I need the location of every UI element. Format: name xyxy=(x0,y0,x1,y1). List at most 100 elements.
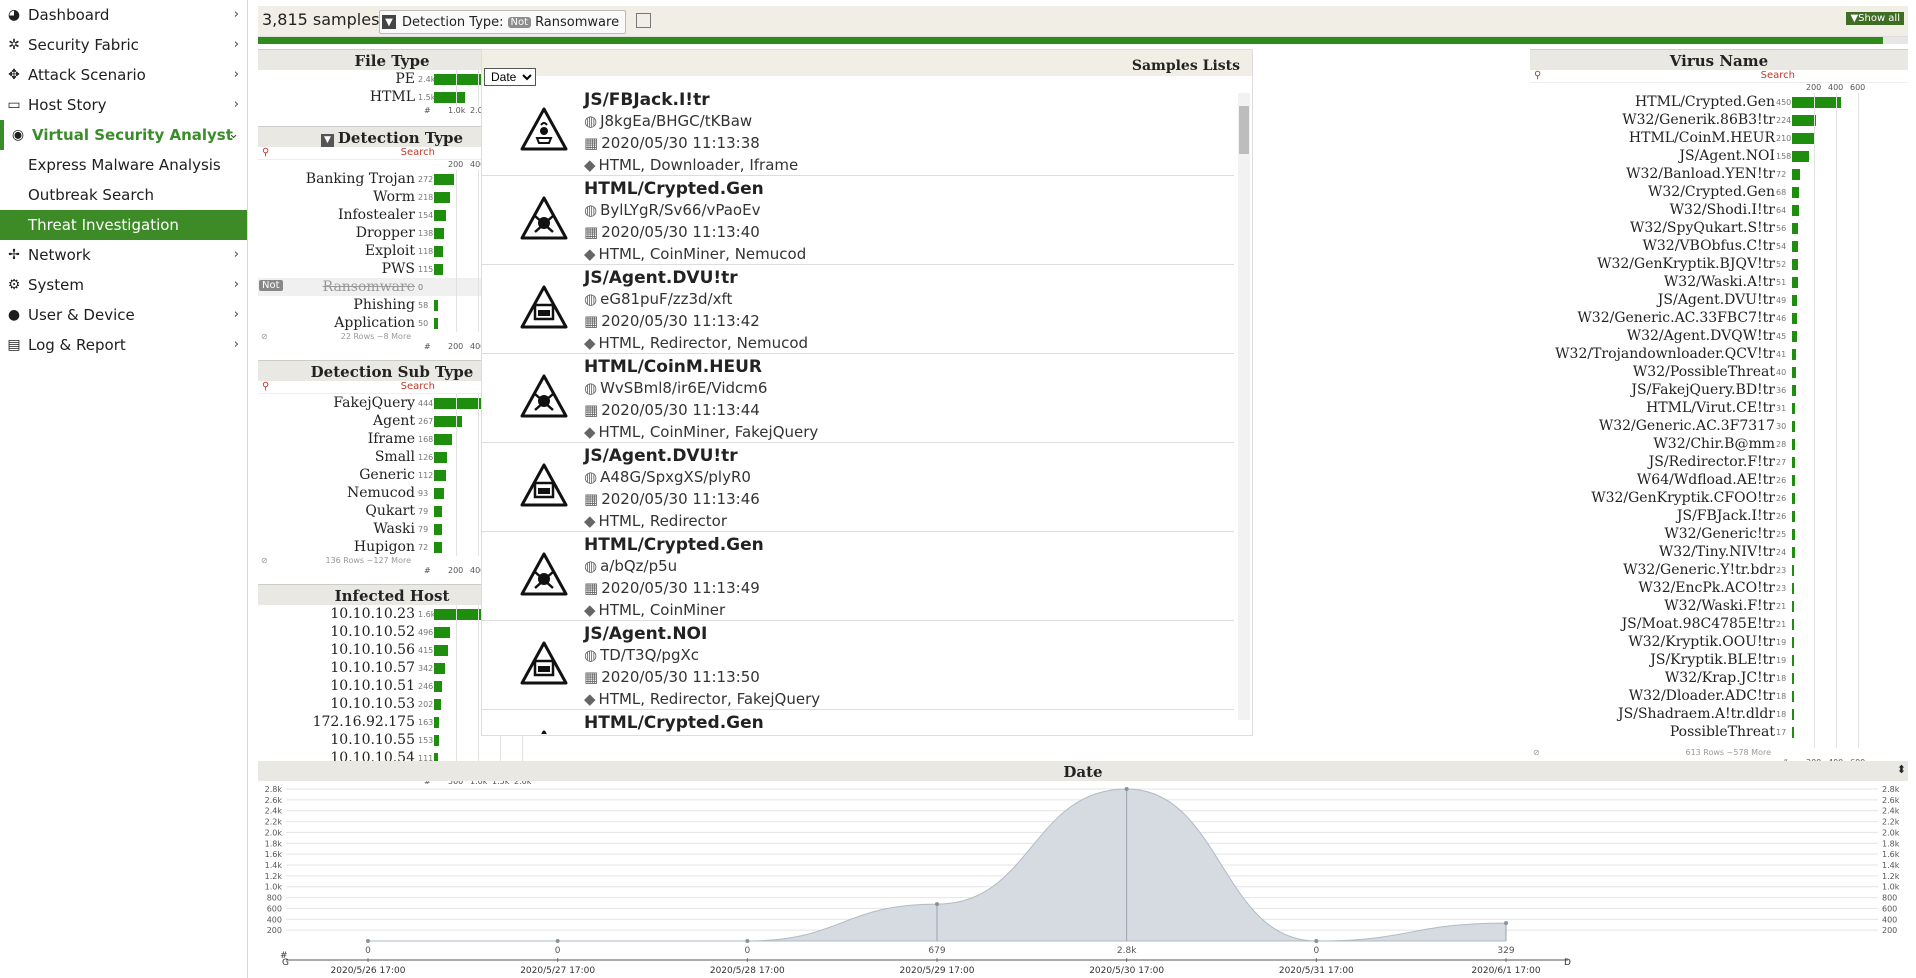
sample-hash-text: BylLYgR/Sv66/vPaoEv xyxy=(600,201,761,219)
date-chart-toggle-icon[interactable]: ⬍ xyxy=(1897,763,1906,776)
row-label: FakejQuery xyxy=(333,395,415,411)
list-item[interactable]: W32/SpyQukart.S!tr 56 xyxy=(1530,219,1908,237)
data-point[interactable] xyxy=(745,939,750,943)
sample-item[interactable]: JS/FBJack.I!tr ◍ J8kgEa/BHGC/tKBaw ▦ 2020/05… xyxy=(482,87,1234,176)
sidebar-item-user-device[interactable]: ● User & Device › xyxy=(0,300,247,330)
sidebar-subitem-express-malware-analysis[interactable]: Express Malware Analysis xyxy=(0,150,247,180)
list-item[interactable]: W32/Chir.B@mm 28 xyxy=(1530,435,1908,453)
list-item[interactable]: W32/Generic.AC.3F7317 30 xyxy=(1530,417,1908,435)
list-item[interactable]: JS/Agent.NOI 158 xyxy=(1530,147,1908,165)
sample-item[interactable]: HTML/CoinM.HEUR ◍ WvSBml8/ir6E/Vidcm6 ▦ 2020… xyxy=(482,354,1234,443)
sample-name[interactable]: HTML/Crypted.Gen xyxy=(584,179,764,199)
sample-name[interactable]: JS/Agent.NOI xyxy=(584,624,707,644)
sort-select[interactable]: Date xyxy=(484,68,536,86)
list-item[interactable]: W32/Banload.YEN!tr 72 xyxy=(1530,165,1908,183)
y-tick-label-right: 200 xyxy=(1882,926,1897,935)
list-item[interactable]: JS/FakejQuery.BD!tr 36 xyxy=(1530,381,1908,399)
range-start-handle[interactable]: G xyxy=(282,958,289,968)
search-input[interactable]: ⚲ Search xyxy=(1530,70,1908,83)
sample-name[interactable]: HTML/Crypted.Gen xyxy=(584,713,764,733)
sidebar-item-system[interactable]: ⚙ System › xyxy=(0,270,247,300)
sample-hash: ◍ A48G/SpxgXS/plyR0 xyxy=(584,468,751,486)
row-bar xyxy=(434,92,466,103)
sidebar-item-network[interactable]: ✢ Network › xyxy=(0,240,247,270)
list-item[interactable]: W32/VBObfus.C!tr 54 xyxy=(1530,237,1908,255)
filter-chip[interactable]: ▼ Detection Type: Not Ransomware xyxy=(379,10,627,34)
row-count: 27 xyxy=(1776,458,1787,467)
list-item[interactable]: HTML/Virut.CE!tr 31 xyxy=(1530,399,1908,417)
list-item[interactable]: JS/Shadraem.A!tr.dldr 18 xyxy=(1530,705,1908,723)
save-icon[interactable] xyxy=(636,13,651,28)
list-item[interactable]: JS/Moat.98C4785E!tr 21 xyxy=(1530,615,1908,633)
list-item[interactable]: W32/Trojandownloader.QCV!tr 41 xyxy=(1530,345,1908,363)
list-item[interactable]: W32/Crypted.Gen 68 xyxy=(1530,183,1908,201)
list-item[interactable]: W32/GenKryptik.BJQV!tr 52 xyxy=(1530,255,1908,273)
sample-name[interactable]: JS/FBJack.I!tr xyxy=(584,90,710,110)
funnel-icon[interactable]: ▼ xyxy=(320,134,334,147)
sample-item[interactable]: JS/Agent.NOI ◍ TD/T3Q/pgXc ▦ 2020/05/30 11:1… xyxy=(482,621,1234,710)
sidebar-item-security-fabric[interactable]: ✲ Security Fabric › xyxy=(0,30,247,60)
row-label: PossibleThreat xyxy=(1669,724,1775,740)
list-item[interactable]: JS/FBJack.I!tr 26 xyxy=(1530,507,1908,525)
sample-item[interactable]: HTML/Crypted.Gen ◍ a/bQz/p5u ▦ 2020/05/30 11… xyxy=(482,532,1234,621)
row-bar xyxy=(1792,277,1798,288)
sample-name[interactable]: HTML/Crypted.Gen xyxy=(584,535,764,555)
row-count: 30 xyxy=(1776,422,1787,431)
sample-item[interactable]: JS/Agent.DVU!tr ◍ A48G/SpxgXS/plyR0 ▦ 2020/0… xyxy=(482,443,1234,532)
list-item[interactable]: W32/PossibleThreat 40 xyxy=(1530,363,1908,381)
list-item[interactable]: W32/Kryptik.OOU!tr 19 xyxy=(1530,633,1908,651)
list-item[interactable]: JS/Agent.DVU!tr 49 xyxy=(1530,291,1908,309)
sidebar-item-host-story[interactable]: ▭ Host Story › xyxy=(0,90,247,120)
show-all-button[interactable]: ▼Show all xyxy=(1846,12,1904,25)
row-bar xyxy=(1792,169,1800,180)
list-item[interactable]: W32/Generic!tr 25 xyxy=(1530,525,1908,543)
row-label: Worm xyxy=(373,189,415,205)
list-item[interactable]: W32/GenKryptik.CFOO!tr 26 xyxy=(1530,489,1908,507)
list-item[interactable]: W32/Agent.DVQW!tr 45 xyxy=(1530,327,1908,345)
sample-hash: ◍ a/bQz/p5u xyxy=(584,557,677,575)
list-item[interactable]: W32/Generic.AC.33FBC7!tr 46 xyxy=(1530,309,1908,327)
list-item[interactable]: HTML/Crypted.Gen 450 xyxy=(1530,93,1908,111)
sidebar-item-virtual-security-analyst[interactable]: ◉ Virtual Security Analyst ⌄ xyxy=(0,120,247,150)
samples-scrollbar[interactable] xyxy=(1238,93,1250,720)
list-item[interactable]: W32/Generic.Y!tr.bdr 23 xyxy=(1530,561,1908,579)
data-point[interactable] xyxy=(1124,787,1129,791)
list-item[interactable]: PossibleThreat 17 xyxy=(1530,723,1908,741)
sample-name[interactable]: JS/Agent.DVU!tr xyxy=(584,446,738,466)
list-item[interactable]: W32/Waski.A!tr 51 xyxy=(1530,273,1908,291)
point-value-label: 0 xyxy=(744,946,750,956)
list-item[interactable]: JS/Redirector.F!tr 27 xyxy=(1530,453,1908,471)
sample-hash: ◍ WvSBml8/ir6E/Vidcm6 xyxy=(584,379,767,397)
row-count: 23 xyxy=(1776,584,1787,593)
sample-name[interactable]: JS/Agent.DVU!tr xyxy=(584,268,738,288)
range-end-handle[interactable]: D xyxy=(1564,958,1571,968)
y-tick-label-right: 2.2k xyxy=(1882,818,1900,827)
sidebar-subitem-outbreak-search[interactable]: Outbreak Search xyxy=(0,180,247,210)
list-item[interactable]: W32/Shodi.I!tr 64 xyxy=(1530,201,1908,219)
list-item[interactable]: W32/EncPk.ACO!tr 23 xyxy=(1530,579,1908,597)
sample-name[interactable]: HTML/CoinM.HEUR xyxy=(584,357,762,377)
list-item[interactable]: W32/Tiny.NIV!tr 24 xyxy=(1530,543,1908,561)
sample-item[interactable]: HTML/Crypted.Gen xyxy=(482,710,1234,734)
sample-item[interactable]: JS/Agent.DVU!tr ◍ eG81puF/zz3d/xft ▦ 2020/05… xyxy=(482,265,1234,354)
list-item[interactable]: W32/Waski.F!tr 21 xyxy=(1530,597,1908,615)
list-item[interactable]: W32/Dloader.ADC!tr 18 xyxy=(1530,687,1908,705)
list-item[interactable]: JS/Kryptik.BLE!tr 19 xyxy=(1530,651,1908,669)
sidebar-subitem-threat-investigation[interactable]: Threat Investigation xyxy=(0,210,247,240)
sidebar-item-dashboard[interactable]: ◕ Dashboard › xyxy=(0,0,247,30)
data-point[interactable] xyxy=(935,902,939,907)
data-point[interactable] xyxy=(366,939,370,943)
list-item[interactable]: W32/Generik.86B3!tr 224 xyxy=(1530,111,1908,129)
row-bar xyxy=(1792,583,1795,594)
sidebar-item-attack-scenario[interactable]: ✥ Attack Scenario › xyxy=(0,60,247,90)
data-point[interactable] xyxy=(555,939,560,943)
sidebar-item-log-report[interactable]: ▤ Log & Report › xyxy=(0,330,247,360)
list-item[interactable]: W32/Krap.JC!tr 18 xyxy=(1530,669,1908,687)
sample-item[interactable]: HTML/Crypted.Gen ◍ BylLYgR/Sv66/vPaoEv ▦ 202… xyxy=(482,176,1234,265)
data-point[interactable] xyxy=(1504,921,1508,926)
list-item[interactable]: HTML/CoinM.HEUR 210 xyxy=(1530,129,1908,147)
list-item[interactable]: W64/Wdfload.AE!tr 26 xyxy=(1530,471,1908,489)
grid-line xyxy=(478,170,479,332)
data-point[interactable] xyxy=(1314,939,1319,943)
scroll-thumb[interactable] xyxy=(1239,106,1249,154)
